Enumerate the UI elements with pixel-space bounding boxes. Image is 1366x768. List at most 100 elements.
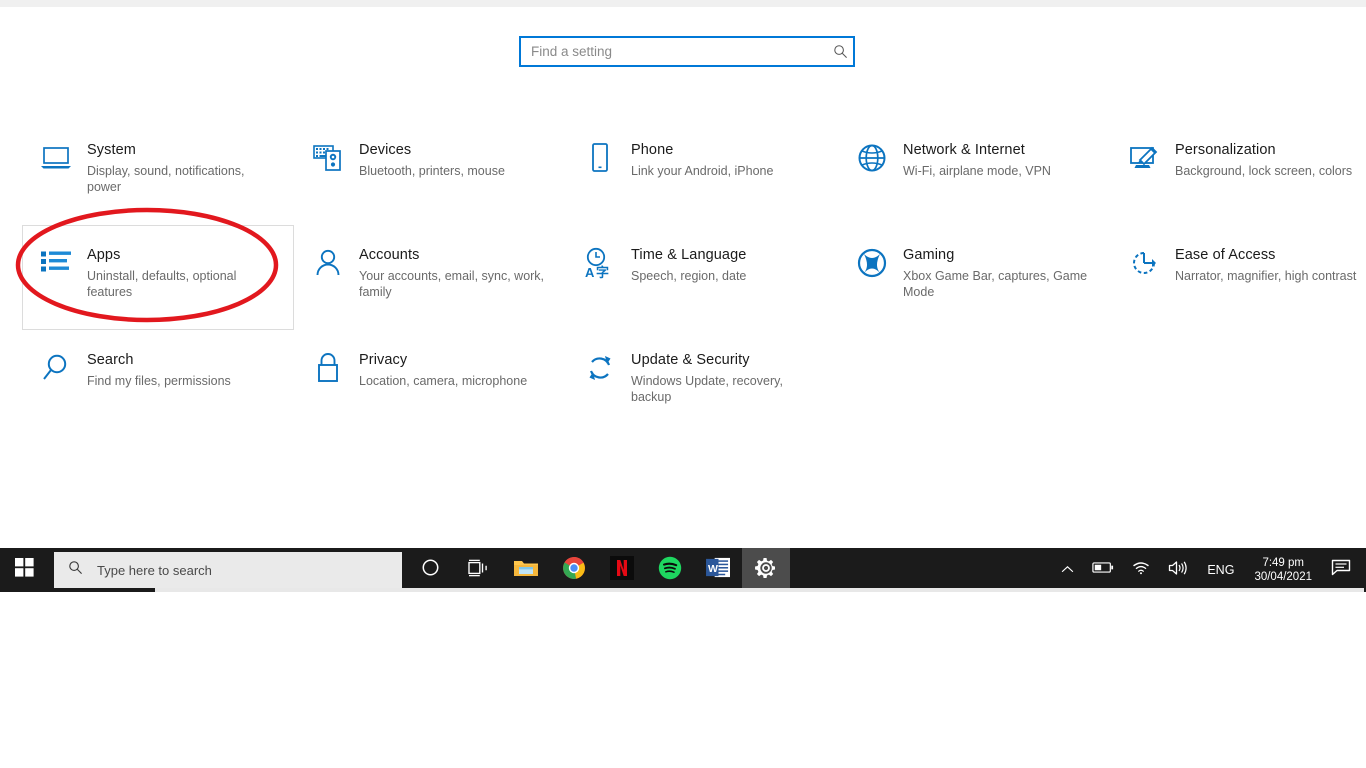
clock-language-icon: A 字: [577, 242, 623, 284]
tile-title: Privacy: [359, 352, 408, 368]
taskbar-app-file-explorer[interactable]: [502, 548, 550, 592]
tile-time-language[interactable]: A 字 Time & Language Speech, region, date: [566, 225, 838, 330]
taskbar-app-word[interactable]: W: [694, 548, 742, 592]
tile-title: Time & Language: [631, 247, 747, 263]
taskbar-app-cortana[interactable]: [406, 548, 454, 592]
tile-title: System: [87, 142, 136, 158]
tile-title: Ease of Access: [1175, 247, 1276, 263]
tile-phone[interactable]: Phone Link your Android, iPhone: [566, 120, 838, 225]
app-list-icon: [33, 242, 79, 284]
action-center-button[interactable]: [1322, 548, 1360, 592]
battery-icon: [1092, 561, 1114, 579]
tile-accounts[interactable]: Accounts Your accounts, email, sync, wor…: [294, 225, 566, 330]
search-icon: [68, 560, 83, 580]
tile-devices[interactable]: Devices Bluetooth, printers, mouse: [294, 120, 566, 225]
wifi-icon: [1132, 560, 1150, 580]
wifi-button[interactable]: [1123, 548, 1159, 592]
tile-title: Gaming: [903, 247, 955, 263]
tile-title: Apps: [87, 247, 121, 263]
tile-subtitle: Narrator, magnifier, high contrast: [1175, 269, 1357, 283]
chevron-up-icon: [1061, 561, 1074, 579]
tile-subtitle: Speech, region, date: [631, 269, 747, 283]
tile-subtitle: Your accounts, email, sync, work, family: [359, 269, 545, 299]
tile-title: Phone: [631, 142, 674, 158]
find-a-setting-box[interactable]: [519, 36, 855, 67]
notification-icon: [1331, 559, 1351, 582]
person-icon: [305, 242, 351, 284]
tile-subtitle: Location, camera, microphone: [359, 374, 528, 388]
tile-subtitle: Link your Android, iPhone: [631, 164, 774, 178]
netflix-icon: [610, 555, 634, 585]
gear-icon: [754, 556, 778, 585]
clock[interactable]: 7:49 pm 30/04/2021: [1244, 556, 1322, 584]
clock-time: 7:49 pm: [1262, 557, 1304, 569]
cortana-circle-icon: [421, 558, 440, 582]
tile-title: Devices: [359, 142, 412, 158]
clock-date: 30/04/2021: [1254, 571, 1312, 583]
paintbrush-icon: [1121, 137, 1167, 179]
tile-subtitle: Bluetooth, printers, mouse: [359, 164, 505, 178]
magnifier-icon: [33, 347, 79, 389]
task-view-icon: [467, 559, 489, 582]
tile-ease-of-access[interactable]: Ease of Access Narrator, magnifier, high…: [1110, 225, 1366, 330]
tile-subtitle: Find my files, permissions: [87, 374, 231, 388]
svg-text:A: A: [585, 265, 595, 279]
svg-text:字: 字: [596, 265, 609, 279]
taskbar-app-netflix[interactable]: [598, 548, 646, 592]
keyboard-mouse-icon: [305, 137, 351, 179]
tile-gaming[interactable]: Gaming Xbox Game Bar, captures, Game Mod…: [838, 225, 1110, 330]
xbox-icon: [849, 242, 895, 284]
tile-title: Update & Security: [631, 352, 750, 368]
tile-subtitle: Xbox Game Bar, captures, Game Mode: [903, 269, 1088, 299]
settings-screen: System Display, sound, notifications, po…: [0, 0, 1366, 768]
tile-subtitle: Wi-Fi, airplane mode, VPN: [903, 164, 1051, 178]
taskbar-app-task-view[interactable]: [454, 548, 502, 592]
search-icon: [827, 38, 853, 65]
top-edge-strip: [0, 0, 1366, 7]
volume-icon: [1168, 560, 1188, 581]
tile-privacy[interactable]: Privacy Location, camera, microphone: [294, 330, 566, 435]
tile-network-internet[interactable]: Network & Internet Wi-Fi, airplane mode,…: [838, 120, 1110, 225]
ease-of-access-icon: [1121, 242, 1167, 284]
tile-title: Network & Internet: [903, 142, 1025, 158]
taskbar-search-box[interactable]: Type here to search: [54, 552, 402, 588]
tile-title: Personalization: [1175, 142, 1276, 158]
lock-icon: [305, 347, 351, 389]
tile-title: Accounts: [359, 247, 420, 263]
tile-subtitle: Background, lock screen, colors: [1175, 164, 1353, 178]
taskbar-app-settings[interactable]: [742, 548, 790, 592]
system-tray: ENG 7:49 pm 30/04/2021: [1052, 548, 1366, 592]
tile-title: Search: [87, 352, 134, 368]
phone-icon: [577, 137, 623, 179]
folder-icon: [513, 557, 539, 584]
globe-icon: [849, 137, 895, 179]
tile-subtitle: Uninstall, defaults, optional features: [87, 269, 237, 299]
chrome-icon: [562, 556, 586, 585]
tile-update-security[interactable]: Update & Security Windows Update, recove…: [566, 330, 838, 435]
search-input[interactable]: [521, 44, 827, 59]
language-indicator[interactable]: ENG: [1197, 563, 1244, 577]
taskbar-app-buttons: W: [406, 548, 790, 592]
tile-subtitle: Windows Update, recovery, backup: [631, 374, 783, 404]
start-button[interactable]: [0, 548, 48, 592]
tile-search[interactable]: Search Find my files, permissions: [22, 330, 294, 435]
tile-apps[interactable]: Apps Uninstall, defaults, optional featu…: [22, 225, 294, 330]
tile-personalization[interactable]: Personalization Background, lock screen,…: [1110, 120, 1366, 225]
spotify-icon: [658, 556, 682, 585]
settings-grid: System Display, sound, notifications, po…: [0, 120, 1366, 435]
volume-button[interactable]: [1159, 548, 1197, 592]
battery-button[interactable]: [1083, 548, 1123, 592]
taskbar-search-placeholder: Type here to search: [97, 562, 212, 578]
taskbar-app-chrome[interactable]: [550, 548, 598, 592]
laptop-icon: [33, 137, 79, 179]
taskbar: Type here to search W ENG 7:49 pm 30/04/…: [0, 548, 1366, 592]
refresh-icon: [577, 347, 623, 389]
word-icon: W: [705, 556, 731, 584]
taskbar-app-spotify[interactable]: [646, 548, 694, 592]
svg-text:W: W: [707, 563, 717, 575]
below-taskbar-area: [0, 592, 1366, 768]
windows-logo-icon: [14, 558, 34, 582]
tray-overflow-button[interactable]: [1052, 548, 1083, 592]
tile-subtitle: Display, sound, notifications, power: [87, 164, 245, 194]
tile-system[interactable]: System Display, sound, notifications, po…: [22, 120, 294, 225]
